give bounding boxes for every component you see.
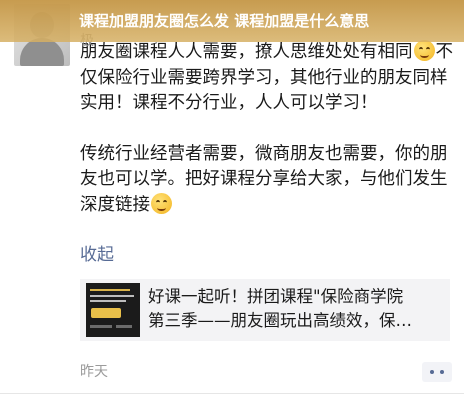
grin-emoji-icon: [413, 40, 435, 61]
share-card-title-line-2: 第三季——朋友圈玩出高绩效，保…: [148, 311, 412, 330]
share-card-title: 好课一起听！拼团课程"保险商学院 第三季——朋友圈玩出高绩效，保…: [148, 285, 444, 333]
avatar-shoulders: [20, 38, 64, 66]
share-card[interactable]: 好课一起听！拼团课程"保险商学院 第三季——朋友圈玩出高绩效，保…: [80, 279, 450, 341]
page-title: 课程加盟朋友圈怎么发 课程加盟是什么意思: [79, 12, 370, 30]
post-timestamp: 昨天: [80, 364, 108, 380]
share-card-thumbnail: [86, 283, 140, 337]
divider: [0, 393, 464, 394]
more-dots-icon[interactable]: [422, 362, 452, 382]
grin-emoji-icon: [151, 192, 172, 214]
collapse-link[interactable]: 收起: [80, 240, 114, 265]
post-text: 朋友圈课程人人需要，撩人思维处处有相同 不仅保险行业需要跨界学习，其他行业的朋友同…: [80, 40, 456, 218]
post-paragraph-1-text-a: 朋友圈课程人人需要，撩人思维处处有相同: [80, 42, 413, 62]
post-paragraph-2: 传统行业经营者需要，微商朋友也需要，你的朋友也可以学。把好课程分享给大家，与他们…: [80, 142, 456, 219]
share-card-title-line-1: 好课一起听！拼团课程"保险商学院: [148, 287, 404, 306]
post-paragraph-2-text: 传统行业经营者需要，微商朋友也需要，你的朋友也可以学。把好课程分享给大家，与他们…: [80, 143, 448, 215]
title-banner: 课程加盟朋友圈怎么发 课程加盟是什么意思: [0, 0, 464, 42]
post-paragraph-1: 朋友圈课程人人需要，撩人思维处处有相同 不仅保险行业需要跨界学习，其他行业的朋友同…: [80, 40, 456, 117]
